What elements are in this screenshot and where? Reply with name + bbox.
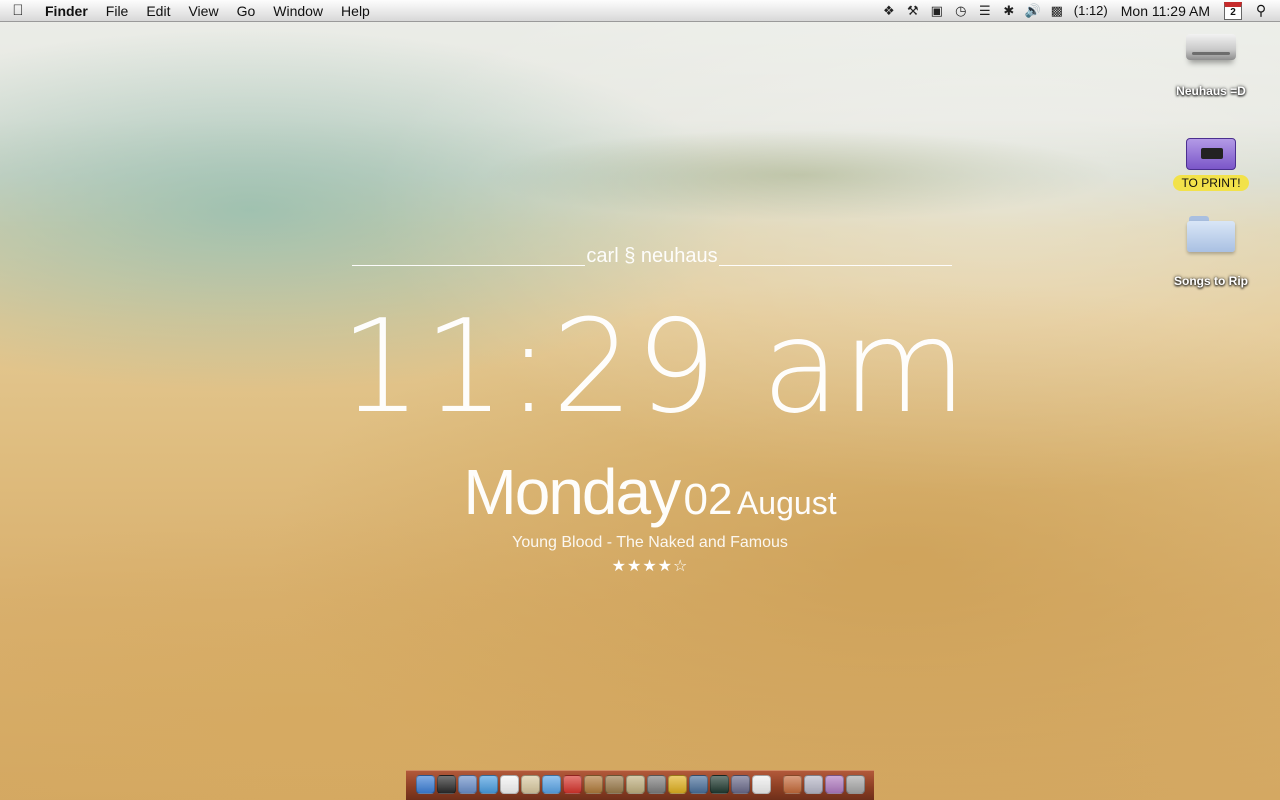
menu-clock[interactable]: Mon 11:29 AM (1113, 0, 1218, 22)
dock (406, 770, 874, 800)
volume-icon[interactable]: 🔊 (1021, 0, 1045, 22)
calendar-icon[interactable]: 2 (1224, 1, 1242, 20)
menu-file[interactable]: File (97, 0, 138, 22)
wifi-icon[interactable]: ☰ (973, 0, 997, 22)
preview-icon[interactable] (520, 775, 540, 794)
app-icon[interactable] (625, 775, 645, 794)
folder-icon (1187, 216, 1235, 252)
battery-time[interactable]: (1:12) (1069, 0, 1113, 22)
menu-bar:  Finder File Edit View Go Window Help ❖… (0, 0, 1280, 22)
widget-clock: 11:29 am (340, 298, 967, 438)
widget-rating: ★★★★☆ (611, 558, 689, 575)
widget-username: carl § neuhaus (352, 244, 953, 268)
utility-icon[interactable] (604, 775, 624, 794)
screenshot-icon[interactable] (646, 775, 666, 794)
desktop-icon-label: Songs to Rip (1174, 274, 1248, 288)
dropbox-icon[interactable]: ❖ (877, 0, 901, 22)
widget-line-left (352, 265, 586, 266)
widget-date-number: 02 (683, 475, 733, 524)
ical-icon[interactable] (499, 775, 519, 794)
trash-icon[interactable] (845, 775, 865, 794)
time-machine-icon[interactable]: ◷ (949, 0, 973, 22)
script-editor-icon[interactable] (730, 775, 750, 794)
textedit-icon[interactable] (751, 775, 771, 794)
widget-time: 11:29 am (340, 293, 969, 442)
dashboard-icon[interactable] (436, 775, 456, 794)
menu-finder[interactable]: Finder (36, 0, 97, 22)
apple-icon[interactable]:  (0, 0, 36, 22)
widget-day: Monday (463, 456, 681, 528)
desktop-icon-songs-to-rip[interactable]: Songs to Rip (1156, 216, 1266, 290)
desktop-icon-neuhaus[interactable]: Neuhaus =D (1156, 34, 1266, 100)
menu-help[interactable]: Help (332, 0, 379, 22)
desktop-icon-label: Neuhaus =D (1176, 84, 1246, 98)
bluetooth-icon[interactable]: ✱ (997, 0, 1021, 22)
widget-now-playing: Young Blood - The Naked and Famous (512, 534, 788, 551)
hard-drive-icon (1186, 34, 1236, 60)
lastfm-icon[interactable] (562, 775, 582, 794)
activity-monitor-icon[interactable] (709, 775, 729, 794)
downloads-stack-icon[interactable] (824, 775, 844, 794)
widget-name-text: carl § neuhaus (586, 245, 718, 267)
finder-icon[interactable] (415, 775, 435, 794)
battery-icon[interactable]: ▩ (1045, 0, 1069, 22)
safari-icon[interactable] (478, 775, 498, 794)
menu-window[interactable]: Window (264, 0, 332, 22)
printer-icon (1186, 138, 1236, 170)
widget-date: Monday 02 August (340, 455, 960, 529)
stack-icon[interactable] (782, 775, 802, 794)
itunes-icon[interactable] (541, 775, 561, 794)
network-icon[interactable] (688, 775, 708, 794)
widget-month: August (736, 485, 837, 521)
spotlight-icon[interactable]: ⚲ (1248, 2, 1274, 19)
menu-view[interactable]: View (179, 0, 227, 22)
menu-edit[interactable]: Edit (137, 0, 179, 22)
documents-stack-icon[interactable] (803, 775, 823, 794)
desktop-icon-label: TO PRINT! (1173, 175, 1249, 191)
photo-icon[interactable] (583, 775, 603, 794)
widget-line-right (718, 265, 953, 266)
mail-icon[interactable] (457, 775, 477, 794)
menu-go[interactable]: Go (228, 0, 265, 22)
desktop-icon-to-print[interactable]: TO PRINT! (1156, 138, 1266, 192)
chrome-icon[interactable] (667, 775, 687, 794)
briefcase-icon[interactable]: ▣ (925, 0, 949, 22)
tools-icon[interactable]: ⚒ (901, 0, 925, 22)
